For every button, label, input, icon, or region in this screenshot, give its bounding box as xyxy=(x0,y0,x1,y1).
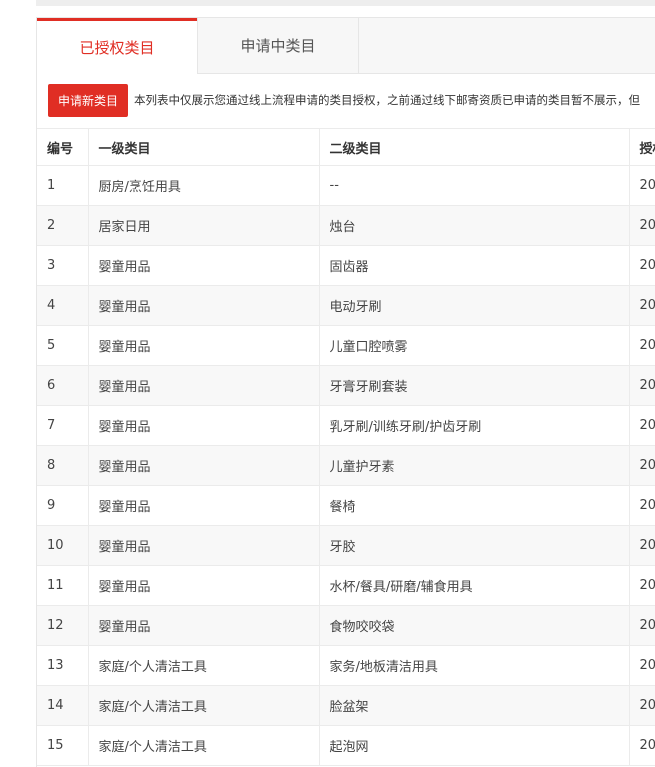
apply-new-category-button[interactable]: 申请新类目 xyxy=(48,83,129,117)
cell-secondary: 餐椅 xyxy=(319,485,630,526)
header-number: 编号 xyxy=(37,128,89,166)
cell-primary: 婴童用品 xyxy=(88,525,320,566)
cell-number: 13 xyxy=(37,645,89,686)
cell-authorization: 20 xyxy=(629,405,655,446)
cell-number: 6 xyxy=(37,365,89,406)
cell-primary: 居家日用 xyxy=(88,205,320,246)
cell-primary: 婴童用品 xyxy=(88,365,320,406)
cell-authorization: 20 xyxy=(629,325,655,366)
cell-authorization: 20 xyxy=(629,565,655,606)
cell-primary: 婴童用品 xyxy=(88,405,320,446)
cell-number: 9 xyxy=(37,485,89,526)
cell-secondary: 乳牙刷/训练牙刷/护齿牙刷 xyxy=(319,405,630,446)
table-row: 8 婴童用品 儿童护牙素 20 xyxy=(37,445,655,486)
cell-number: 8 xyxy=(37,445,89,486)
cell-authorization: 20 xyxy=(629,365,655,406)
cell-number: 15 xyxy=(37,725,89,766)
cell-secondary: 固齿器 xyxy=(319,245,630,286)
cell-authorization: 20 xyxy=(629,605,655,646)
cell-number: 14 xyxy=(37,685,89,726)
cell-number: 10 xyxy=(37,525,89,566)
table-row: 10 婴童用品 牙胶 20 xyxy=(37,525,655,566)
cell-secondary: 电动牙刷 xyxy=(319,285,630,326)
header-primary-category: 一级类目 xyxy=(88,128,320,166)
table-row: 6 婴童用品 牙膏牙刷套装 20 xyxy=(37,365,655,406)
table-row: 7 婴童用品 乳牙刷/训练牙刷/护齿牙刷 20 xyxy=(37,405,655,446)
cell-authorization: 20 xyxy=(629,525,655,566)
table-row: 13 家庭/个人清洁工具 家务/地板清洁用具 20 xyxy=(37,645,655,686)
cell-number: 1 xyxy=(37,165,89,206)
notice-text: 本列表中仅展示您通过线上流程申请的类目授权，之前通过线下邮寄资质已申请的类目暂不… xyxy=(134,93,641,107)
cell-number: 2 xyxy=(37,205,89,246)
table-row: 15 家庭/个人清洁工具 起泡网 20 xyxy=(37,725,655,766)
cell-secondary: 起泡网 xyxy=(319,725,630,766)
cell-authorization: 20 xyxy=(629,445,655,486)
notice-bar: 申请新类目 本列表中仅展示您通过线上流程申请的类目授权，之前通过线下邮寄资质已申… xyxy=(48,83,655,117)
cell-number: 5 xyxy=(37,325,89,366)
cell-primary: 婴童用品 xyxy=(88,325,320,366)
tab-applying[interactable]: 申请中类目 xyxy=(197,18,359,73)
cell-number: 3 xyxy=(37,245,89,286)
table-row: 9 婴童用品 餐椅 20 xyxy=(37,485,655,526)
table-row: 1 厨房/烹饪用具 -- 20 xyxy=(37,165,655,206)
header-authorization: 授权 xyxy=(629,128,655,166)
cell-secondary: 脸盆架 xyxy=(319,685,630,726)
cell-authorization: 20 xyxy=(629,685,655,726)
cell-authorization: 20 xyxy=(629,285,655,326)
cell-primary: 婴童用品 xyxy=(88,605,320,646)
cell-number: 4 xyxy=(37,285,89,326)
cell-primary: 家庭/个人清洁工具 xyxy=(88,685,320,726)
cell-authorization: 20 xyxy=(629,645,655,686)
cell-primary: 家庭/个人清洁工具 xyxy=(88,725,320,766)
cell-secondary: 家务/地板清洁用具 xyxy=(319,645,630,686)
cell-authorization: 20 xyxy=(629,485,655,526)
cell-authorization: 20 xyxy=(629,165,655,206)
cell-secondary: 牙膏牙刷套装 xyxy=(319,365,630,406)
cell-primary: 婴童用品 xyxy=(88,245,320,286)
cell-primary: 婴童用品 xyxy=(88,285,320,326)
cell-number: 7 xyxy=(37,405,89,446)
cell-primary: 家庭/个人清洁工具 xyxy=(88,645,320,686)
category-panel: 已授权类目 申请中类目 申请新类目 本列表中仅展示您通过线上流程申请的类目授权，… xyxy=(36,17,655,767)
cell-secondary: -- xyxy=(319,165,630,206)
table-row: 3 婴童用品 固齿器 20 xyxy=(37,245,655,286)
table-row: 14 家庭/个人清洁工具 脸盆架 20 xyxy=(37,685,655,726)
cell-secondary: 儿童护牙素 xyxy=(319,445,630,486)
cell-primary: 婴童用品 xyxy=(88,565,320,606)
cell-primary: 婴童用品 xyxy=(88,445,320,486)
cell-authorization: 20 xyxy=(629,205,655,246)
table-row: 4 婴童用品 电动牙刷 20 xyxy=(37,285,655,326)
header-secondary-category: 二级类目 xyxy=(319,128,630,166)
cell-secondary: 烛台 xyxy=(319,205,630,246)
table-row: 2 居家日用 烛台 20 xyxy=(37,205,655,246)
cell-secondary: 牙胶 xyxy=(319,525,630,566)
table-row: 5 婴童用品 儿童口腔喷雾 20 xyxy=(37,325,655,366)
tab-authorized[interactable]: 已授权类目 xyxy=(37,18,197,74)
cell-secondary: 儿童口腔喷雾 xyxy=(319,325,630,366)
cell-number: 12 xyxy=(37,605,89,646)
cell-number: 11 xyxy=(37,565,89,606)
cell-primary: 厨房/烹饪用具 xyxy=(88,165,320,206)
category-table: 编号 一级类目 二级类目 授权 1厨房/烹饪用具--20 2居家日用烛台20 3… xyxy=(37,128,655,766)
cell-authorization: 20 xyxy=(629,725,655,766)
table-row: 12 婴童用品 食物咬咬袋 20 xyxy=(37,605,655,646)
top-strip xyxy=(36,0,655,6)
table-header-row: 编号 一级类目 二级类目 授权 xyxy=(37,128,655,166)
cell-secondary: 食物咬咬袋 xyxy=(319,605,630,646)
cell-primary: 婴童用品 xyxy=(88,485,320,526)
table-row: 11 婴童用品 水杯/餐具/研磨/辅食用具 20 xyxy=(37,565,655,606)
cell-authorization: 20 xyxy=(629,245,655,286)
cell-secondary: 水杯/餐具/研磨/辅食用具 xyxy=(319,565,630,606)
tab-bar: 已授权类目 申请中类目 xyxy=(37,18,655,74)
